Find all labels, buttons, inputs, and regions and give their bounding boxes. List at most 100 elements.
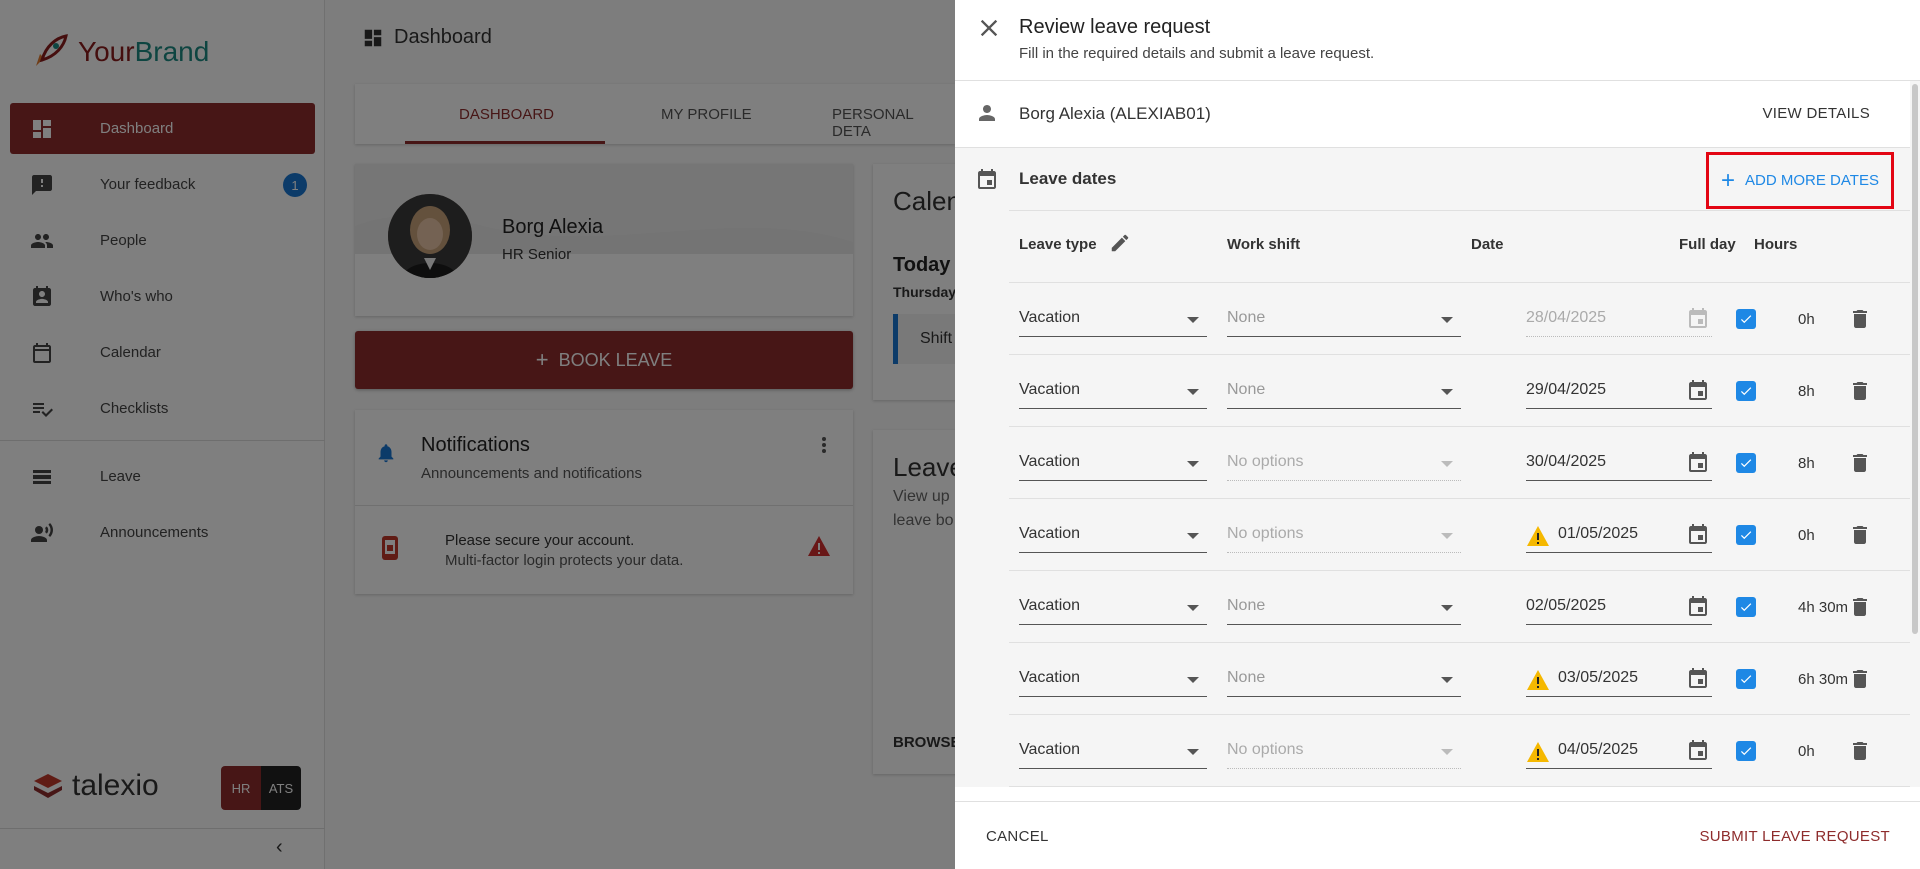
work-shift-select[interactable]: None	[1227, 595, 1461, 625]
leave-type-value: Vacation	[1019, 597, 1081, 614]
leave-type-select[interactable]: Vacation	[1019, 739, 1207, 769]
rows-end-divider	[1009, 786, 1910, 787]
cancel-button[interactable]: CANCEL	[986, 828, 1049, 845]
delete-icon[interactable]	[1848, 307, 1872, 331]
check-icon	[1740, 675, 1752, 684]
full-day-checkbox[interactable]	[1736, 669, 1756, 689]
calendar-icon[interactable]	[1686, 595, 1710, 619]
dropdown-caret-icon	[1187, 749, 1199, 755]
leave-type-select[interactable]: Vacation	[1019, 667, 1207, 697]
calendar-icon[interactable]	[1686, 739, 1710, 763]
leave-type-select[interactable]: Vacation	[1019, 595, 1207, 625]
check-icon	[1740, 315, 1752, 324]
warning-icon	[1527, 526, 1549, 546]
check-icon	[1740, 459, 1752, 468]
delete-icon[interactable]	[1848, 667, 1872, 691]
date-field[interactable]: 02/05/2025	[1526, 595, 1712, 625]
delete-icon[interactable]	[1848, 739, 1872, 763]
work-shift-select[interactable]: None	[1227, 307, 1461, 337]
leave-dates-divider	[1009, 210, 1910, 211]
date-value: 01/05/2025	[1558, 525, 1639, 542]
submit-leave-request-button[interactable]: SUBMIT LEAVE REQUEST	[1700, 828, 1891, 845]
leave-type-value: Vacation	[1019, 453, 1081, 470]
work-shift-select[interactable]: None	[1227, 667, 1461, 697]
leave-type-select[interactable]: Vacation	[1019, 307, 1207, 337]
dropdown-caret-icon	[1187, 389, 1199, 395]
person-icon	[979, 105, 995, 121]
leave-row: Vacation No options 01/05/2025 0h	[1009, 498, 1910, 570]
column-header-date: Date	[1471, 236, 1504, 253]
calendar-icon[interactable]	[1686, 451, 1710, 475]
hours-value: 0h	[1798, 743, 1815, 760]
work-shift-value: None	[1227, 597, 1266, 614]
close-icon[interactable]	[975, 14, 1003, 42]
work-shift-value: No options	[1227, 525, 1304, 542]
leave-row: Vacation None 02/05/2025 4h 30m	[1009, 570, 1910, 642]
work-shift-select[interactable]: None	[1227, 379, 1461, 409]
leave-type-value: Vacation	[1019, 309, 1081, 326]
calendar-icon[interactable]	[1686, 307, 1710, 331]
check-icon	[1740, 747, 1752, 756]
full-day-checkbox[interactable]	[1736, 453, 1756, 473]
view-details-button[interactable]: VIEW DETAILS	[1762, 105, 1870, 122]
check-icon	[1740, 387, 1752, 396]
date-field[interactable]: 01/05/2025	[1526, 523, 1712, 553]
delete-icon[interactable]	[1848, 523, 1872, 547]
full-day-checkbox[interactable]	[1736, 525, 1756, 545]
leave-row: Vacation None 29/04/2025 8h	[1009, 354, 1910, 426]
edit-icon[interactable]	[1109, 232, 1131, 254]
date-value: 28/04/2025	[1526, 309, 1607, 326]
dropdown-caret-icon	[1441, 677, 1453, 683]
column-header-leave-type: Leave type	[1019, 236, 1097, 253]
dropdown-caret-icon	[1441, 749, 1453, 755]
leave-request-drawer: Review leave request Fill in the require…	[955, 0, 1920, 869]
date-field[interactable]: 29/04/2025	[1526, 379, 1712, 409]
drawer-scrollbar-thumb[interactable]	[1912, 84, 1918, 634]
leave-type-select[interactable]: Vacation	[1019, 451, 1207, 481]
date-field[interactable]: 28/04/2025	[1526, 307, 1712, 337]
check-icon	[1740, 531, 1752, 540]
calendar-icon[interactable]	[1686, 379, 1710, 403]
work-shift-select: No options	[1227, 451, 1461, 481]
leave-type-value: Vacation	[1019, 741, 1081, 758]
warning-icon	[1527, 670, 1549, 690]
date-field[interactable]: 30/04/2025	[1526, 451, 1712, 481]
date-field[interactable]: 04/05/2025	[1526, 739, 1712, 769]
full-day-checkbox[interactable]	[1736, 309, 1756, 329]
full-day-checkbox[interactable]	[1736, 741, 1756, 761]
work-shift-value: None	[1227, 309, 1266, 326]
work-shift-value: No options	[1227, 741, 1304, 758]
hours-value: 8h	[1798, 455, 1815, 472]
work-shift-value: None	[1227, 381, 1266, 398]
drawer-subtitle: Fill in the required details and submit …	[1019, 45, 1375, 62]
dropdown-caret-icon	[1441, 533, 1453, 539]
full-day-checkbox[interactable]	[1736, 381, 1756, 401]
leave-type-select[interactable]: Vacation	[1019, 379, 1207, 409]
date-value: 04/05/2025	[1558, 741, 1639, 758]
date-value: 02/05/2025	[1526, 597, 1607, 614]
dropdown-caret-icon	[1187, 677, 1199, 683]
leave-type-select[interactable]: Vacation	[1019, 523, 1207, 553]
calendar-icon[interactable]	[1686, 523, 1710, 547]
delete-icon[interactable]	[1848, 379, 1872, 403]
date-value: 29/04/2025	[1526, 381, 1607, 398]
calendar-icon[interactable]	[1686, 667, 1710, 691]
column-header-work-shift: Work shift	[1227, 236, 1301, 253]
add-more-dates-button[interactable]: + ADD MORE DATES	[1706, 152, 1894, 209]
full-day-checkbox[interactable]	[1736, 597, 1756, 617]
date-field[interactable]: 03/05/2025	[1526, 667, 1712, 697]
dropdown-caret-icon	[1441, 317, 1453, 323]
dropdown-caret-icon	[1187, 461, 1199, 467]
leave-row: Vacation No options 30/04/2025 8h	[1009, 426, 1910, 498]
check-icon	[1740, 603, 1752, 612]
work-shift-select: No options	[1227, 739, 1461, 769]
drawer-title: Review leave request	[1019, 16, 1211, 38]
add-more-dates-label: ADD MORE DATES	[1745, 172, 1879, 189]
work-shift-value: None	[1227, 669, 1266, 686]
work-shift-value: No options	[1227, 453, 1304, 470]
drawer-footer: CANCEL SUBMIT LEAVE REQUEST	[955, 801, 1920, 869]
delete-icon[interactable]	[1848, 595, 1872, 619]
delete-icon[interactable]	[1848, 451, 1872, 475]
leave-type-value: Vacation	[1019, 381, 1081, 398]
employee-name: Borg Alexia (ALEXIAB01)	[1019, 104, 1211, 123]
